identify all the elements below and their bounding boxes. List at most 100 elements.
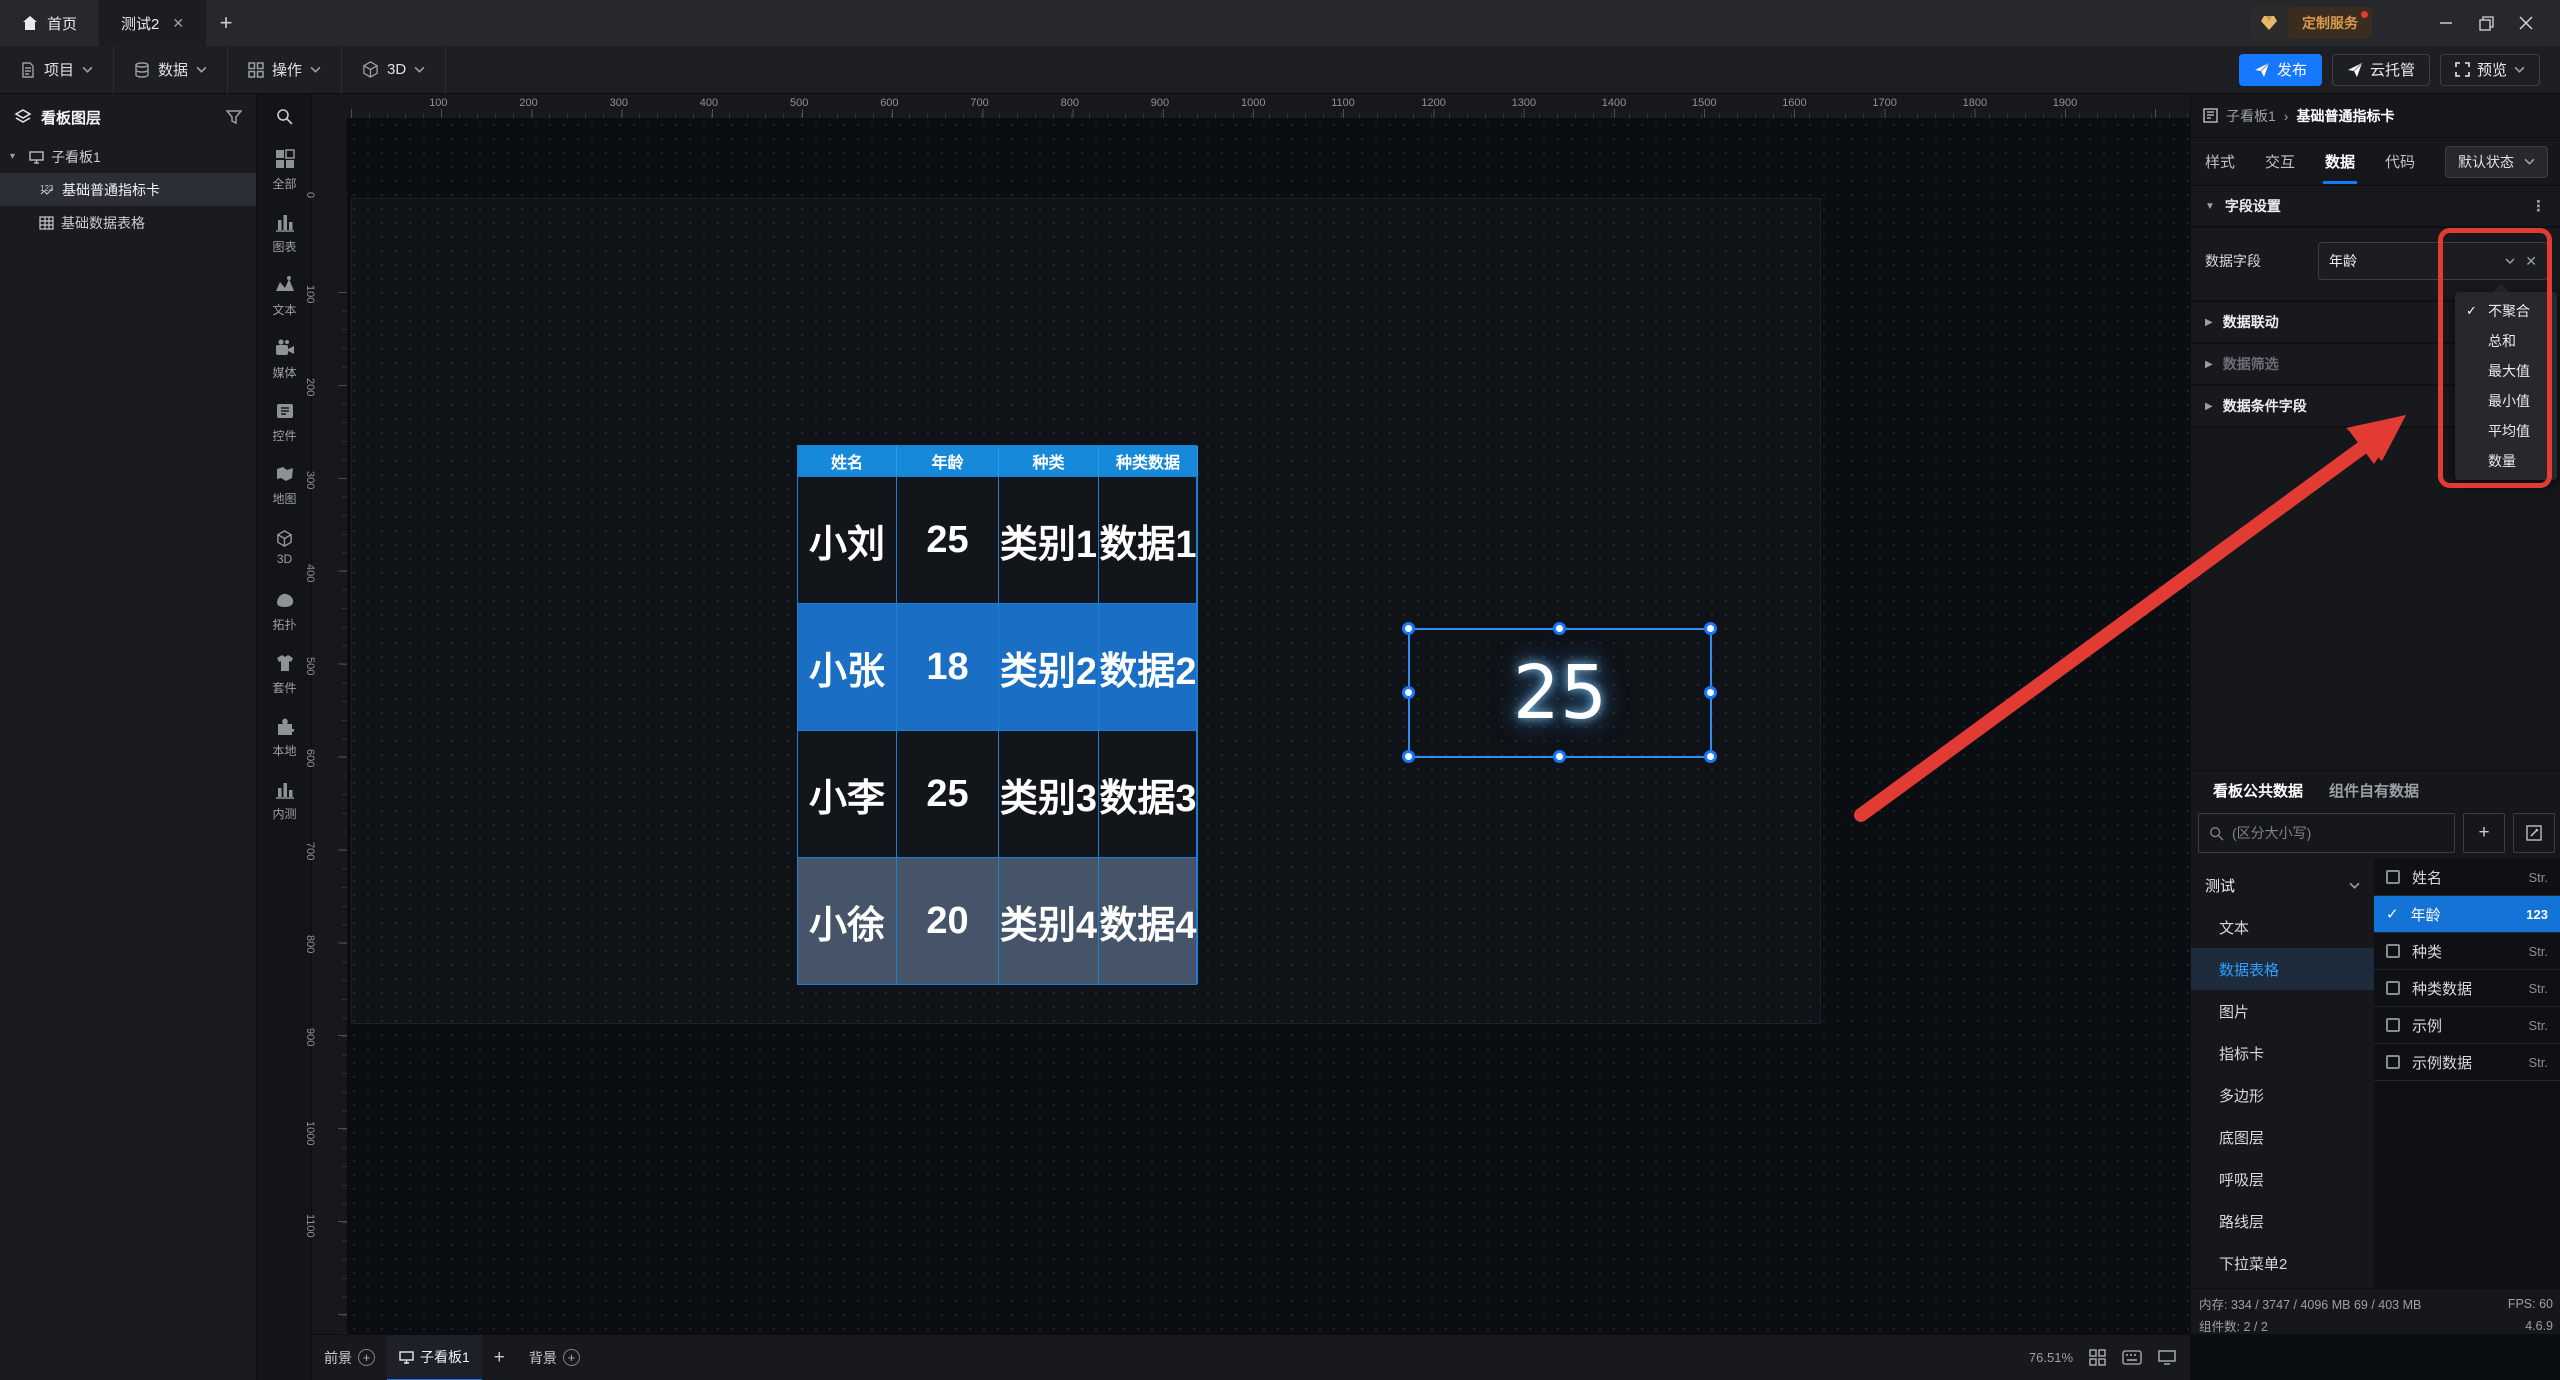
close-button[interactable] (2506, 6, 2546, 40)
minimize-button[interactable] (2426, 6, 2466, 40)
resize-handle[interactable] (1402, 622, 1415, 635)
dataset-item-路线层[interactable]: 路线层 (2191, 1200, 2374, 1242)
state-select[interactable]: 默认状态 (2445, 146, 2548, 178)
fit-view-icon[interactable] (2089, 1349, 2106, 1366)
data-field-label: 数据字段 (2205, 251, 2261, 271)
fps-counter: FPS: 60 (2508, 1297, 2553, 1311)
strip-item-内测[interactable]: 内测 (257, 768, 312, 831)
data-tab-看板公共数据[interactable]: 看板公共数据 (2213, 780, 2303, 801)
field-row-示例[interactable]: 示例Str. (2374, 1007, 2560, 1044)
home-icon (22, 15, 38, 31)
field-row-年龄[interactable]: ✓年龄123 (2374, 896, 2560, 933)
background-layer-button[interactable]: 背景+ (517, 1335, 592, 1380)
field-settings-header[interactable]: ▼ 字段设置 ⋮ (2191, 186, 2560, 228)
dataset-item-呼吸层[interactable]: 呼吸层 (2191, 1158, 2374, 1200)
resize-handle[interactable] (1704, 750, 1717, 763)
edit-dataset-button[interactable] (2513, 813, 2555, 853)
canvas[interactable]: 姓名年龄种类种类数据 小刘25类别1数据1小张18类别2数据2小李25类别3数据… (347, 118, 2190, 1334)
field-checkbox[interactable] (2386, 1018, 2400, 1032)
presentation-icon[interactable] (2158, 1350, 2176, 1365)
resize-handle[interactable] (1402, 686, 1415, 699)
breadcrumb: 子看板1 › 基础普通指标卡 (2191, 94, 2560, 138)
field-row-示例数据[interactable]: 示例数据Str. (2374, 1044, 2560, 1081)
zoom-level[interactable]: 76.51% (2029, 1350, 2073, 1365)
layer-tree-item-子看板1[interactable]: ▾子看板1 (0, 140, 256, 173)
table-cell: 类别2 (999, 603, 1099, 730)
strip-item-控件[interactable]: 控件 (257, 390, 312, 453)
vip-badge[interactable]: 定制服务 (2250, 7, 2372, 39)
map-icon (274, 463, 296, 485)
dataset-item-多边形[interactable]: 多边形 (2191, 1074, 2374, 1116)
layers-panel: 看板图层 ▾子看板1123基础普通指标卡基础数据表格 (0, 94, 257, 1380)
field-checkbox[interactable] (2386, 1055, 2400, 1069)
dataset-item-文本[interactable]: 文本 (2191, 906, 2374, 948)
action-button-发布[interactable]: 发布 (2239, 54, 2322, 86)
resize-handle[interactable] (1704, 622, 1717, 635)
field-row-姓名[interactable]: 姓名Str. (2374, 859, 2560, 896)
field-checkbox[interactable] (2386, 981, 2400, 995)
dataset-item-数据表格[interactable]: 数据表格 (2191, 948, 2374, 990)
keyboard-shortcuts-icon[interactable] (2122, 1350, 2142, 1365)
add-board-button[interactable]: + (482, 1335, 517, 1380)
add-background-icon[interactable]: + (563, 1349, 580, 1366)
data-tab-组件自有数据[interactable]: 组件自有数据 (2329, 780, 2419, 801)
menu-item-数据[interactable]: 数据 (114, 46, 228, 94)
field-row-种类数据[interactable]: 种类数据Str. (2374, 970, 2560, 1007)
metric-card-component[interactable]: 25 (1408, 628, 1712, 758)
chevron-down-icon (2349, 882, 2360, 889)
field-checkbox[interactable] (2386, 870, 2400, 884)
dataset-item-下拉菜单2[interactable]: 下拉菜单2 (2191, 1242, 2374, 1284)
dataset-select[interactable]: 测试 (2191, 864, 2374, 906)
field-checkbox[interactable] (2386, 944, 2400, 958)
hruler-label: 1400 (1602, 97, 1626, 109)
menu-item-3D[interactable]: 3D (342, 46, 446, 94)
foreground-layer-button[interactable]: 前景+ (312, 1335, 387, 1380)
tab-close-icon[interactable]: ✕ (172, 15, 184, 32)
table-cell: 小张 (798, 603, 897, 730)
toolbar-actions: 发布云托管预览 (2239, 54, 2540, 86)
tab-home[interactable]: 首页 (0, 0, 99, 46)
layer-tree-item-基础数据表格[interactable]: 基础数据表格 (0, 206, 256, 239)
data-table-component[interactable]: 姓名年龄种类种类数据 小刘25类别1数据1小张18类别2数据2小李25类别3数据… (797, 445, 1197, 985)
new-tab-button[interactable]: + (206, 0, 246, 46)
menu-item-项目[interactable]: 项目 (0, 46, 114, 94)
strip-item-图表[interactable]: 图表 (257, 201, 312, 264)
version-number: 4.6.9 (2525, 1319, 2553, 1333)
table-cell: 数据4 (1099, 857, 1198, 984)
add-dataset-button[interactable]: + (2463, 813, 2505, 853)
add-foreground-icon[interactable]: + (358, 1349, 375, 1366)
inspector-tab-数据[interactable]: 数据 (2323, 139, 2357, 184)
resize-handle[interactable] (1704, 686, 1717, 699)
menu-items: 项目数据操作3D (0, 46, 446, 94)
action-button-预览[interactable]: 预览 (2440, 54, 2540, 86)
hruler-label: 700 (970, 97, 988, 109)
tree-caret-icon[interactable]: ▾ (10, 151, 22, 162)
hruler-label: 200 (519, 97, 537, 109)
field-row-种类[interactable]: 种类Str. (2374, 933, 2560, 970)
resize-handle[interactable] (1402, 750, 1415, 763)
table-header-cell: 种类 (999, 446, 1099, 476)
component-search-icon[interactable] (257, 94, 311, 138)
inspector-tab-代码[interactable]: 代码 (2383, 139, 2417, 184)
resize-handle[interactable] (1553, 750, 1566, 763)
tab-test2[interactable]: 测试2 ✕ (99, 0, 206, 46)
dataset-item-底图层[interactable]: 底图层 (2191, 1116, 2374, 1158)
resize-handle[interactable] (1553, 622, 1566, 635)
dataset-item-图片[interactable]: 图片 (2191, 990, 2374, 1032)
hruler-label: 1300 (1512, 97, 1536, 109)
breadcrumb-parent[interactable]: 子看板1 (2226, 106, 2276, 126)
menu-item-操作[interactable]: 操作 (228, 46, 342, 94)
board-tab[interactable]: 子看板1 (387, 1335, 482, 1380)
inspector-tab-样式[interactable]: 样式 (2203, 139, 2237, 184)
restore-button[interactable] (2466, 6, 2506, 40)
strip-item-拓扑[interactable]: 拓扑 (257, 579, 312, 642)
dataset-item-指标卡[interactable]: 指标卡 (2191, 1032, 2374, 1074)
table-body: 小刘25类别1数据1小张18类别2数据2小李25类别3数据3小徐20类别4数据4 (798, 476, 1196, 984)
inspector-tab-交互[interactable]: 交互 (2263, 139, 2297, 184)
kebab-menu-icon[interactable]: ⋮ (2531, 197, 2546, 215)
search-input[interactable]: (区分大小写) (2198, 813, 2455, 853)
action-button-云托管[interactable]: 云托管 (2332, 54, 2430, 86)
filter-icon[interactable] (226, 109, 242, 125)
caret-right-icon: ▶ (2205, 359, 2213, 370)
layer-tree-item-基础普通指标卡[interactable]: 123基础普通指标卡 (0, 173, 256, 206)
